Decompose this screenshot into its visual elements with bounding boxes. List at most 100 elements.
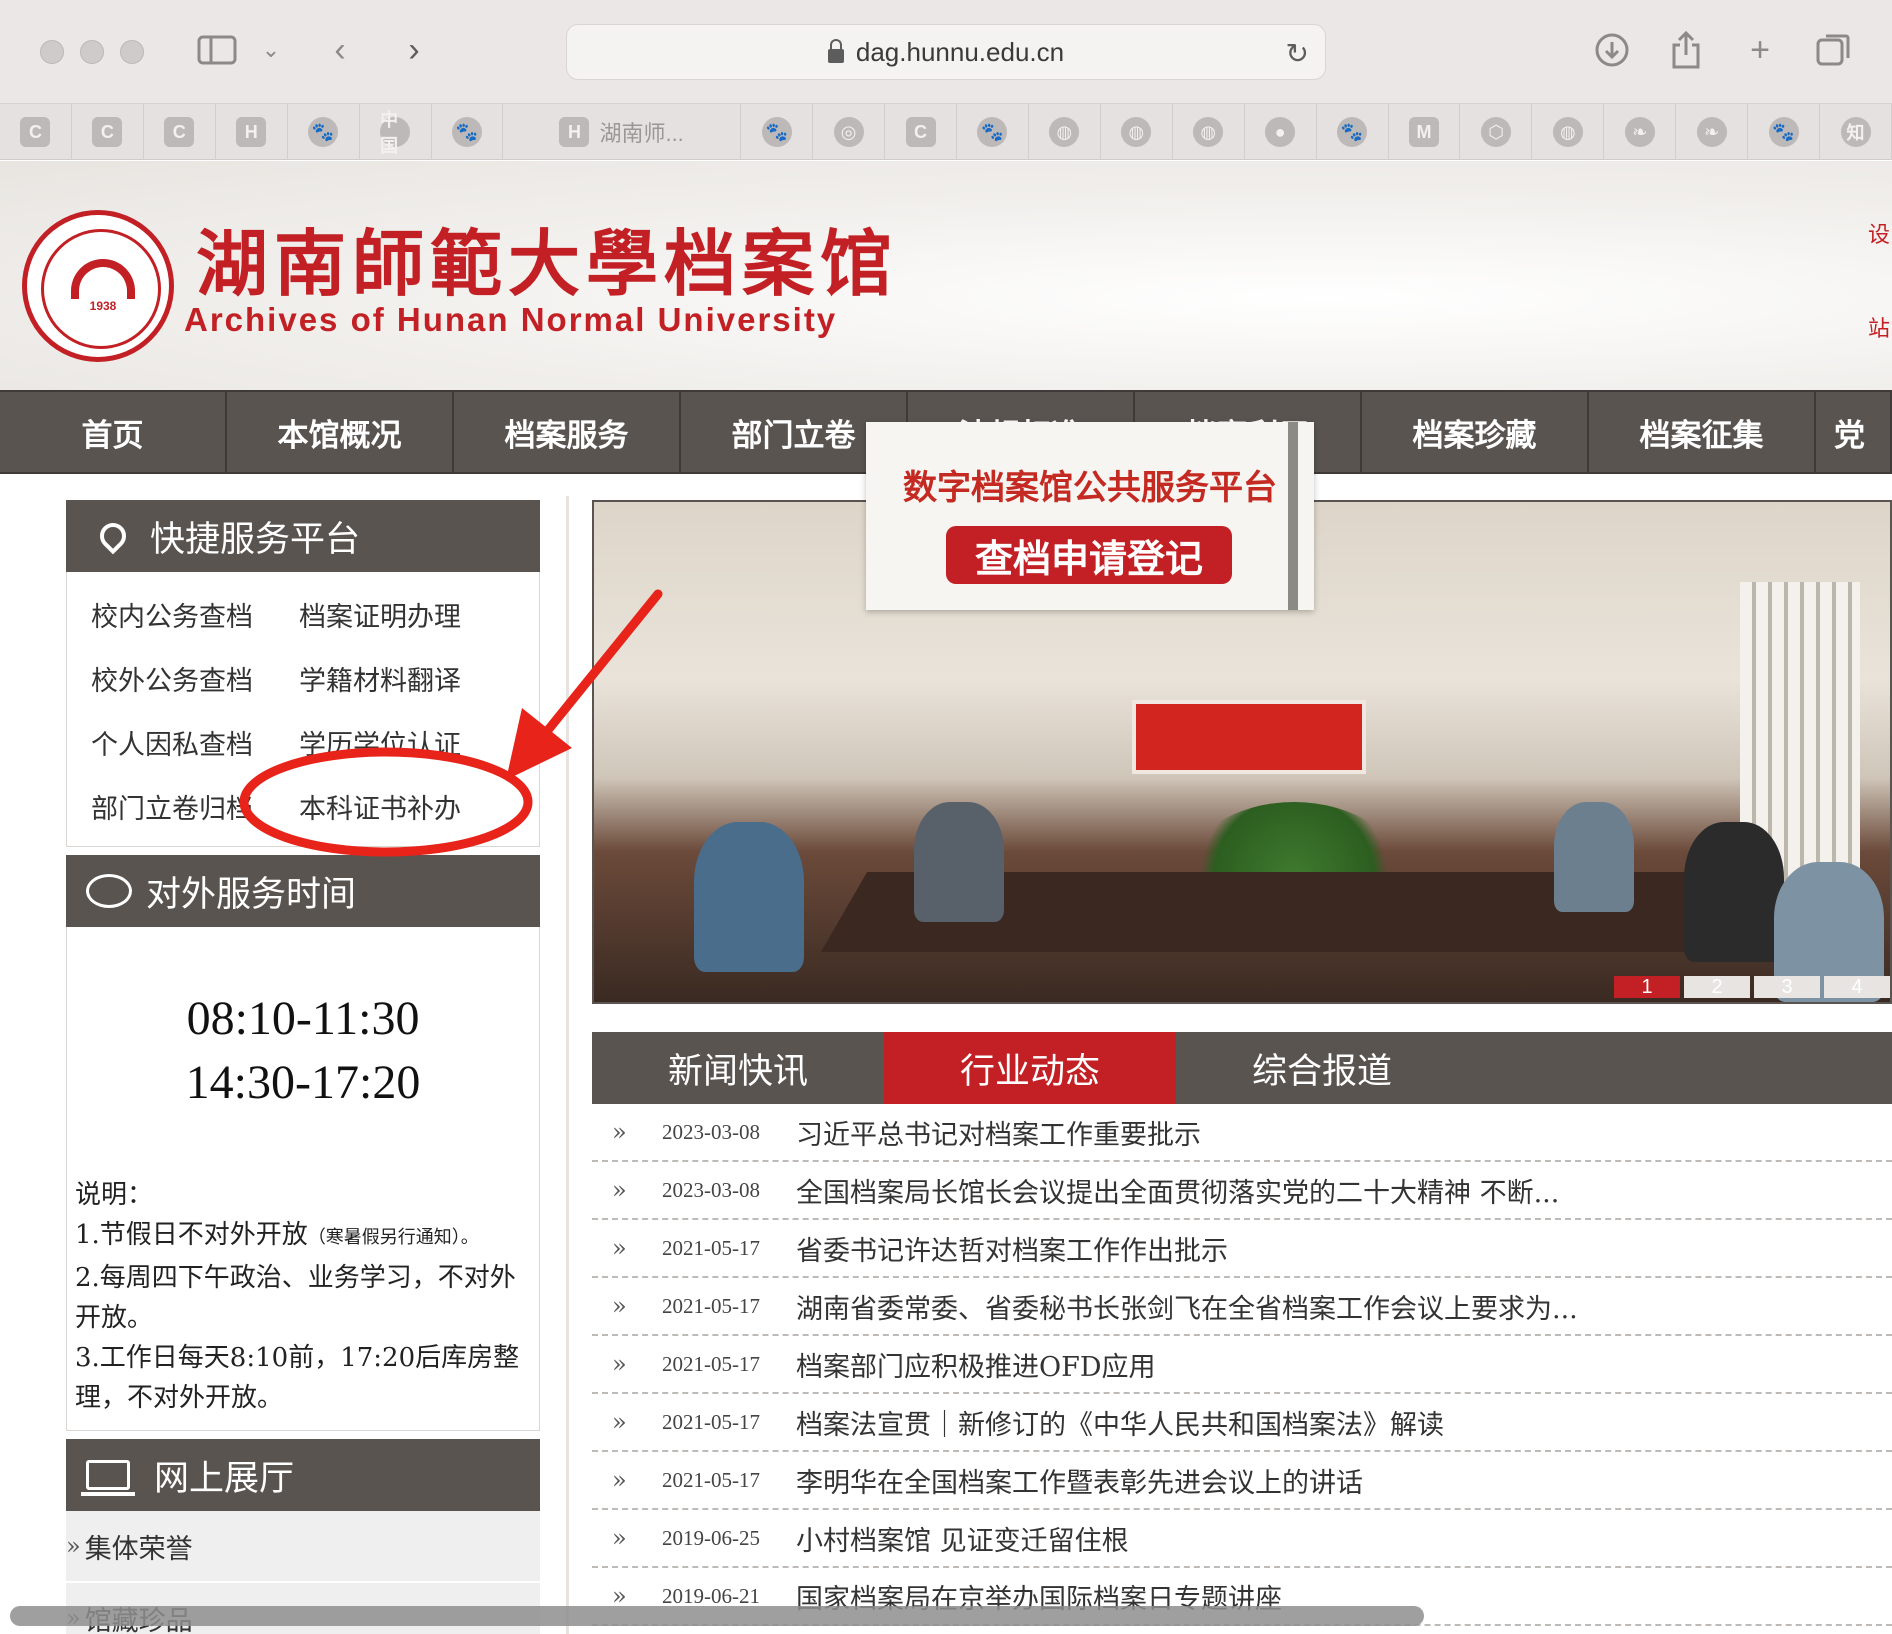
browser-tab[interactable]: 🐾 [957,104,1029,160]
browser-tab[interactable]: H 湖南师... [503,104,742,160]
header-link-set[interactable]: 设 [1868,217,1890,249]
news-title[interactable]: 省委书记许达哲对档案工作作出批示 [796,1229,1228,1268]
reload-icon[interactable]: ↻ [1286,37,1309,70]
back-button[interactable]: ‹ [322,26,358,74]
tab-general-reports[interactable]: 综合报道 [1176,1032,1468,1104]
news-date: 2021-05-17 [662,1409,760,1434]
news-row[interactable]: » 2021-05-17 省委书记许达哲对档案工作作出批示 [592,1220,1892,1278]
h-favicon-icon: H [236,117,267,147]
download-button[interactable] [1592,26,1632,74]
quick-link-department-archiving[interactable]: 部门立卷归档 [91,774,299,838]
browser-tab[interactable]: C [144,104,216,160]
header-link-site[interactable]: 站 [1868,311,1890,343]
news-row[interactable]: » 2021-05-17 档案法宣贯｜新修订的《中华人民共和国档案法》解读 [592,1394,1892,1452]
browser-tab[interactable]: ◍ [1101,104,1173,160]
quick-link-personal-lookup[interactable]: 个人因私查档 [91,710,299,774]
browser-tab[interactable]: 🐾 [741,104,814,160]
sidebar-icon [197,35,237,65]
photo-person [914,802,1004,922]
quick-link-degree-verification[interactable]: 学历学位认证 [299,710,539,774]
news-row[interactable]: » 2019-06-25 小村档案馆 见证变迁留住根 [592,1510,1892,1568]
browser-tab[interactable]: 🐾 [1748,104,1821,160]
browser-tab[interactable]: C [0,104,72,160]
browser-tab[interactable]: ⬡ [1460,104,1533,160]
slider-page-4[interactable]: 4 [1824,976,1890,998]
hours-morning: 08:10-11:30 [186,992,420,1045]
service-hours-title: 对外服务时间 [146,874,357,914]
horizontal-scrollbar[interactable] [10,1606,1424,1626]
nav-about[interactable]: 本馆概况 [227,392,454,472]
browser-tab[interactable]: 🐾 [432,104,504,160]
browser-tab[interactable]: H [216,104,288,160]
browser-tab[interactable]: 🐾 [288,104,360,160]
browser-tab[interactable]: C [885,104,958,160]
archive-request-button[interactable]: 查档申请登记 [946,526,1232,584]
nav-home[interactable]: 首页 [0,392,227,472]
browser-tab-label: 湖南师... [599,121,684,146]
browser-tab[interactable]: ❧ [1604,104,1677,160]
nav-archive-services[interactable]: 档案服务 [454,392,681,472]
site-title-cn[interactable]: 湖南師範大學档案馆 [196,205,898,310]
news-title[interactable]: 档案法宣贯｜新修订的《中华人民共和国档案法》解读 [796,1403,1444,1442]
quick-link-translation[interactable]: 学籍材料翻译 [299,646,539,710]
browser-tab[interactable]: C [72,104,144,160]
quick-link-diploma-reissue[interactable]: 本科证书补办 [299,774,539,838]
share-button[interactable] [1666,26,1706,74]
browser-tab[interactable]: 中国 [360,104,432,160]
quick-link-certificate[interactable]: 档案证明办理 [299,582,539,646]
quick-link-external-lookup[interactable]: 校外公务查档 [91,646,299,710]
nav-archive-treasures[interactable]: 档案珍藏 [1362,392,1589,472]
online-hall-item-honors[interactable]: » 集体荣誉 [66,1511,540,1583]
spiral-favicon-icon: ◎ [833,117,864,147]
forward-button[interactable]: › [396,26,432,74]
nav-archive-collection[interactable]: 档案征集 [1589,392,1816,472]
promo-title: 数字档案馆公共服务平台 [903,469,1277,507]
news-date: 2023-03-08 [662,1119,760,1144]
tab-news-flash[interactable]: 新闻快讯 [592,1032,884,1104]
news-row[interactable]: » 2023-03-08 全国档案局长馆长会议提出全面贯彻落实党的二十大精神 不断.… [592,1162,1892,1220]
sidebar-toggle-button[interactable] [194,26,240,74]
zoom-window-button[interactable] [120,40,144,64]
paw-favicon-icon: 🐾 [977,117,1008,147]
news-title[interactable]: 小村档案馆 见证变迁留住根 [796,1519,1129,1558]
browser-tab[interactable]: ◍ [1532,104,1605,160]
news-title[interactable]: 李明华在全国档案工作暨表彰先进会议上的讲话 [796,1461,1363,1500]
new-tab-button[interactable]: + [1740,26,1780,74]
m-favicon-icon: M [1409,117,1439,147]
address-bar[interactable]: dag.hunnu.edu.cn ↻ [566,24,1326,80]
chevron-down-icon[interactable]: ⌄ [256,26,286,74]
browser-tab[interactable]: ● [1245,104,1317,160]
tabs-overview-icon [1816,34,1850,66]
news-row[interactable]: » 2021-05-17 湖南省委常委、省委秘书长张剑飞在全省档案工作会议上要求为.… [592,1278,1892,1336]
news-date: 2021-05-17 [662,1235,760,1260]
browser-tab[interactable]: ◍ [1029,104,1101,160]
browser-tab[interactable]: M [1389,104,1461,160]
close-window-button[interactable] [40,40,64,64]
digital-archive-promo-banner[interactable]: 数字档案馆公共服务平台 查档申请登记 [866,422,1314,610]
browser-tab[interactable]: ◍ [1173,104,1245,160]
browser-tab[interactable]: 知 [1820,104,1892,160]
browser-tab[interactable]: ◎ [813,104,886,160]
news-title[interactable]: 全国档案局长馆长会议提出全面贯彻落实党的二十大精神 不断... [796,1171,1559,1210]
tab-overview-button[interactable] [1814,26,1854,74]
minimize-window-button[interactable] [80,40,104,64]
site-title-en[interactable]: Archives of Hunan Normal University [184,301,837,339]
tab-industry-news[interactable]: 行业动态 [884,1032,1176,1104]
browser-tab[interactable]: ❧ [1676,104,1749,160]
news-row[interactable]: » 2021-05-17 档案部门应积极推进OFD应用 [592,1336,1892,1394]
university-seal-logo[interactable]: 1938 [22,210,174,362]
news-title[interactable]: 习近平总书记对档案工作重要批示 [796,1113,1201,1152]
nav-party[interactable]: 党 [1816,392,1892,472]
news-title[interactable]: 档案部门应积极推进OFD应用 [796,1345,1156,1384]
slider-page-2[interactable]: 2 [1684,976,1750,998]
news-row[interactable]: » 2021-05-17 李明华在全国档案工作暨表彰先进会议上的讲话 [592,1452,1892,1510]
quick-link-internal-lookup[interactable]: 校内公务查档 [91,582,299,646]
slider-page-3[interactable]: 3 [1754,976,1820,998]
leaf-favicon-icon: ❧ [1624,117,1655,147]
photo-projector-screen [1132,700,1366,774]
news-row[interactable]: » 2023-03-08 习近平总书记对档案工作重要批示 [592,1104,1892,1162]
browser-tab[interactable]: 🐾 [1317,104,1389,160]
slider-page-1[interactable]: 1 [1614,976,1680,998]
news-title[interactable]: 湖南省委常委、省委秘书长张剑飞在全省档案工作会议上要求为... [796,1287,1578,1326]
double-chevron-right-icon: » [612,1234,627,1262]
